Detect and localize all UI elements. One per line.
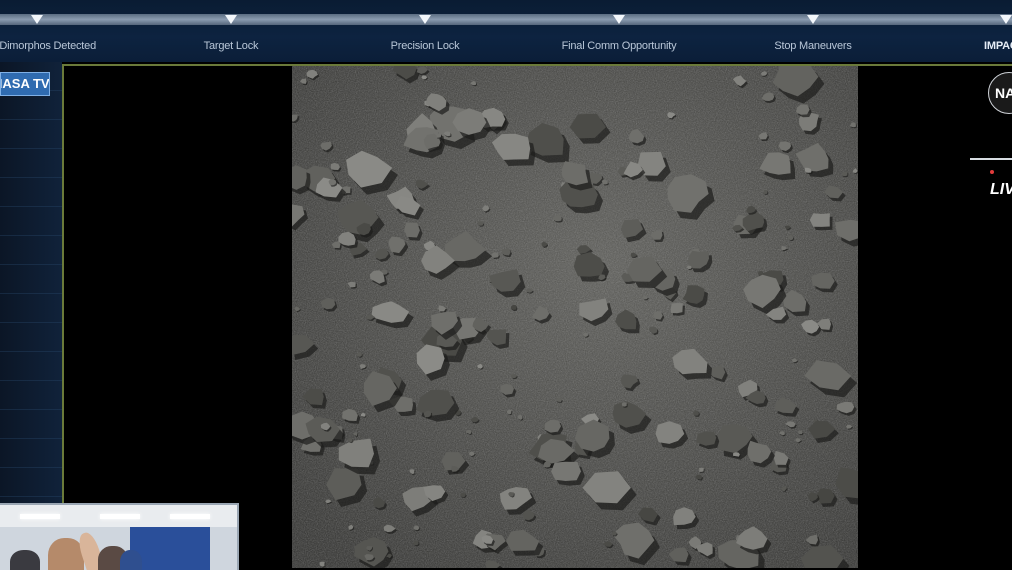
nasa-meatball-icon: NASA: [988, 72, 1012, 114]
nasa-logo-text: NASA: [995, 85, 1012, 101]
ceiling-light: [170, 514, 210, 519]
boulder: [763, 190, 768, 194]
milestone-label-precision-lock: Precision Lock: [390, 40, 460, 52]
milestone-label-stop-maneuvers: Stop Maneuvers: [774, 40, 852, 52]
asteroid-rocks: [292, 66, 858, 568]
milestone-marker-stop-maneuvers: [807, 15, 819, 24]
boulder: [699, 467, 704, 472]
ceiling-light: [100, 514, 140, 519]
boulder: [404, 222, 420, 238]
live-dot-icon: [990, 169, 994, 174]
milestone-label-target-lock: Target Lock: [203, 40, 259, 52]
timeline-track: [0, 14, 1012, 25]
milestone-marker-detected: [31, 15, 43, 24]
nasa-logo: NASA: [988, 72, 1012, 132]
team-member: [120, 550, 142, 570]
panel-decoration: [0, 62, 62, 502]
nasa-tv-badge: NASA TV: [0, 72, 50, 96]
mission-timeline: Didymos/Dimorphos Detected Target Lock P…: [0, 0, 1012, 62]
milestone-marker-final-comm: [613, 15, 625, 24]
team-member: [10, 550, 40, 570]
milestone-label-detected: Didymos/Dimorphos Detected: [0, 40, 96, 52]
live-indicator: LIVE: [990, 163, 1012, 199]
milestone-marker-impact: [1000, 15, 1012, 24]
boulder: [809, 213, 830, 227]
left-info-panel: [0, 62, 62, 568]
milestone-marker-precision-lock: [419, 15, 431, 24]
milestone-marker-target-lock: [225, 15, 237, 24]
boulder: [551, 461, 581, 481]
live-label: LIVE: [990, 181, 1012, 198]
nasa-tv-label: NASA TV: [1, 76, 50, 91]
live-divider: [970, 158, 1012, 160]
milestone-label-final-comm: Final Comm Opportunity: [561, 40, 677, 52]
milestone-label-impact: IMPACT: [984, 40, 1012, 52]
boulder: [621, 402, 627, 407]
ceiling-light: [20, 514, 60, 519]
control-room-inset: [0, 503, 239, 570]
control-room-screen: [130, 527, 210, 570]
asteroid-surface-image: [292, 66, 858, 568]
boulder: [670, 303, 683, 314]
